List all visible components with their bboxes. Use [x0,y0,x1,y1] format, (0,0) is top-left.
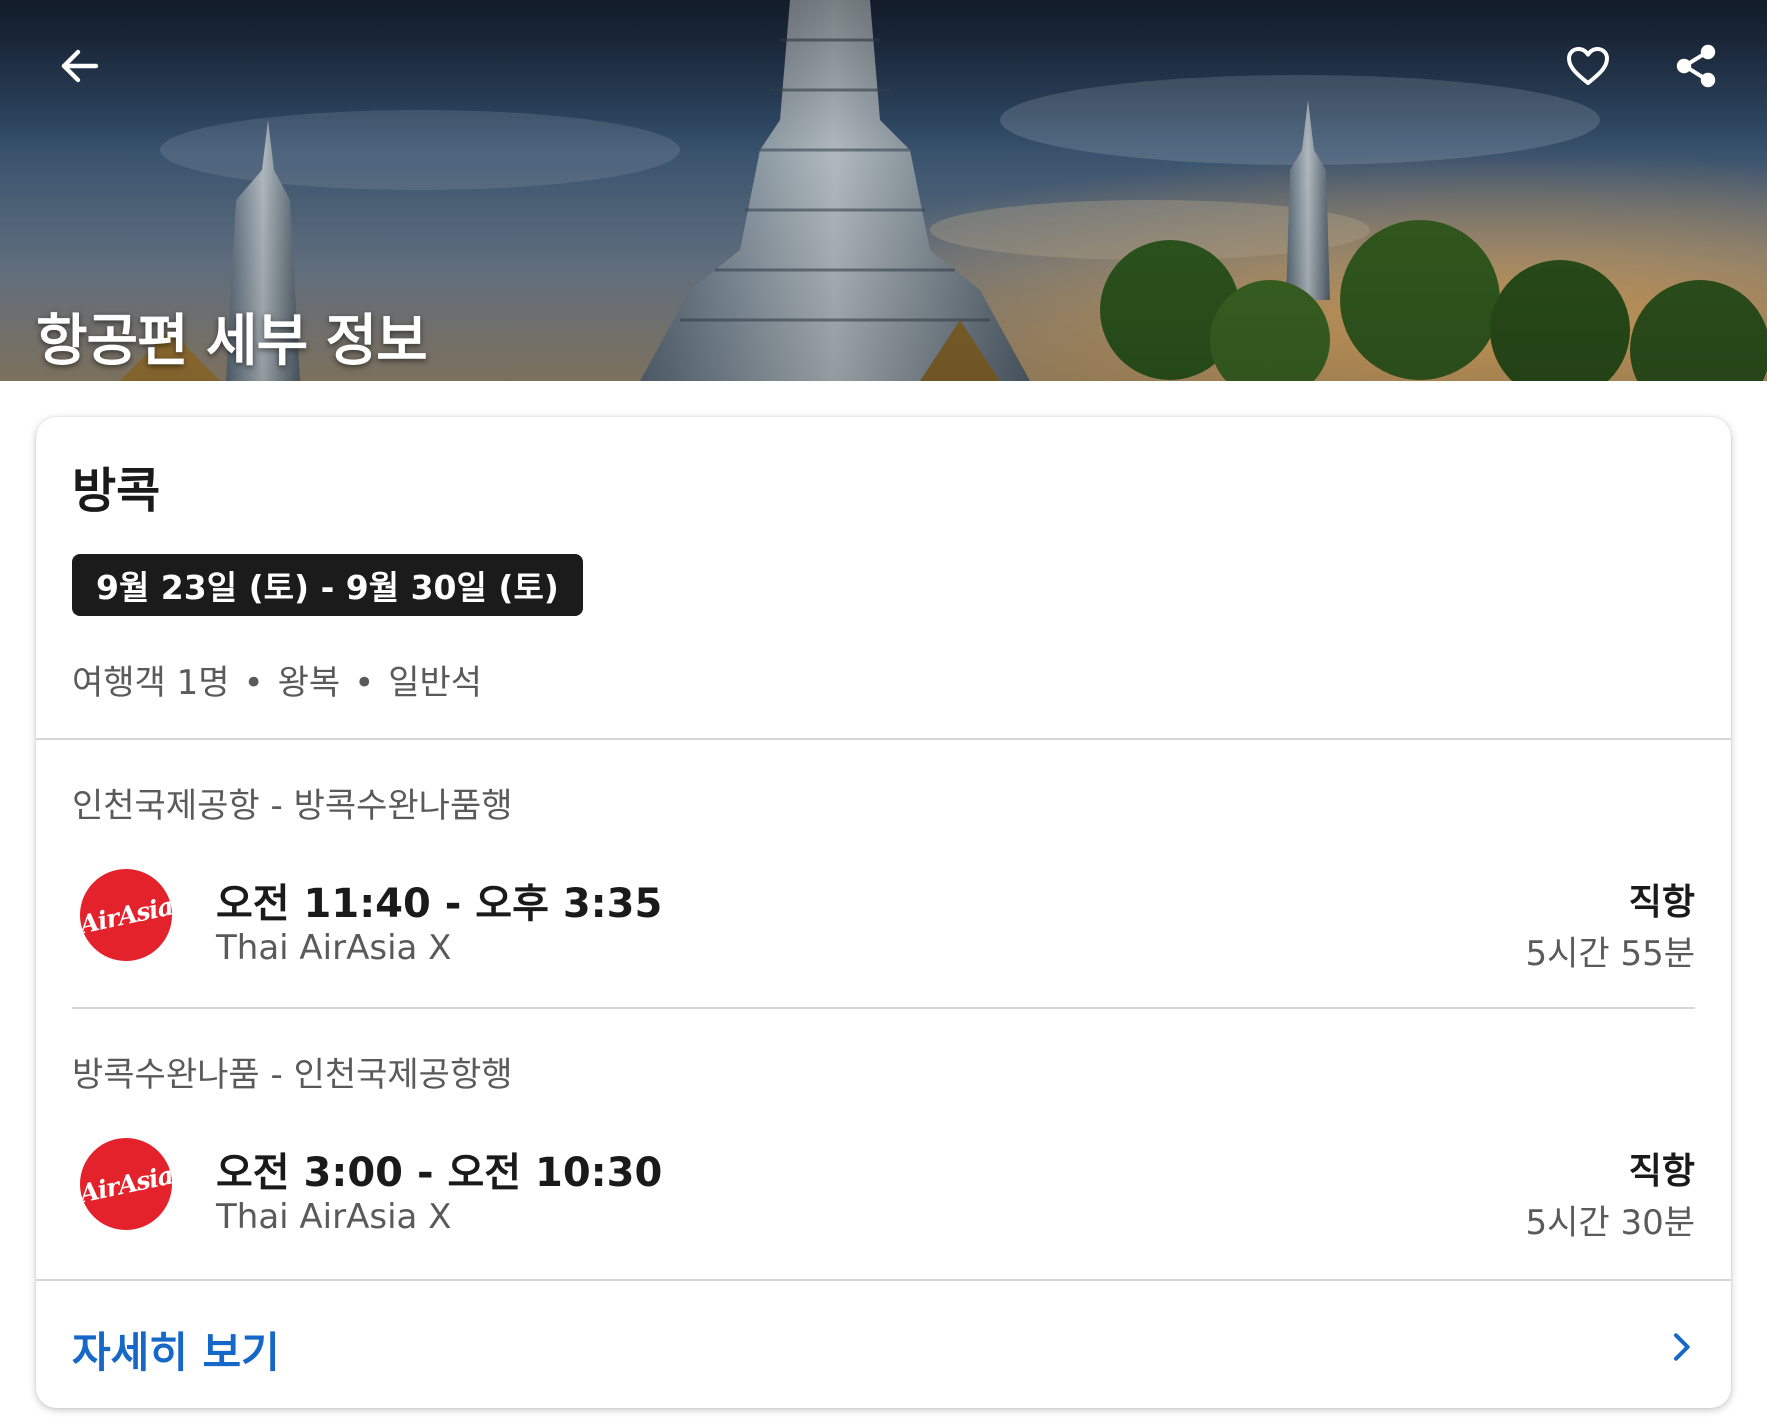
share-button[interactable] [1664,34,1728,98]
heart-outline-icon [1567,47,1609,85]
outbound-stops: 직항 [1628,882,1695,923]
travelers-count: 여행객 1명 [72,663,230,703]
view-details-link[interactable]: 자세히 보기 [36,1289,1731,1408]
outbound-duration: 5시간 55분 [1525,934,1695,974]
airasia-logo: AirAsia [80,1138,172,1230]
separator-dot: • [243,663,264,703]
separator-dot: • [354,663,375,703]
view-details-label: 자세히 보기 [72,1328,280,1377]
trip-meta: 여행객 1명 • 왕복 • 일반석 [72,655,482,704]
outbound-route: 인천국제공항 - 방콕수완나품행 [72,786,513,826]
destination-title: 방콕 [72,463,161,519]
airline-logo-text: AirAsia [80,1160,172,1208]
arrow-left-icon [61,49,99,83]
divider [72,1007,1695,1009]
return-duration: 5시간 30분 [1525,1203,1695,1243]
cabin-class: 일반석 [388,663,483,703]
back-button[interactable] [48,34,112,98]
divider [36,1279,1731,1281]
return-airline: Thai AirAsia X [216,1197,452,1237]
trip-type: 왕복 [277,663,341,703]
flight-summary-card: 방콕 9월 23일 (토) - 9월 30일 (토) 여행객 1명 • 왕복 • 일반석… [36,417,1731,1408]
return-stops: 직항 [1628,1151,1695,1192]
airline-logo-text: AirAsia [80,891,172,939]
airasia-logo: AirAsia [80,869,172,961]
return-times: 오전 3:00 - 오전 10:30 [216,1150,663,1196]
return-route: 방콕수완나품 - 인천국제공항행 [72,1055,513,1095]
date-range-badge: 9월 23일 (토) - 9월 30일 (토) [72,554,583,616]
divider [36,738,1731,740]
page-title: 항공편 세부 정보 [36,309,428,374]
date-range-text: 9월 23일 (토) - 9월 30일 (토) [96,568,559,607]
outbound-times: 오전 11:40 - 오후 3:35 [216,881,663,927]
share-icon [1676,44,1716,88]
chevron-right-icon [1674,1333,1690,1361]
outbound-airline: Thai AirAsia X [216,928,452,968]
favorite-button[interactable] [1556,34,1620,98]
hero-banner: 항공편 세부 정보 [0,0,1767,381]
